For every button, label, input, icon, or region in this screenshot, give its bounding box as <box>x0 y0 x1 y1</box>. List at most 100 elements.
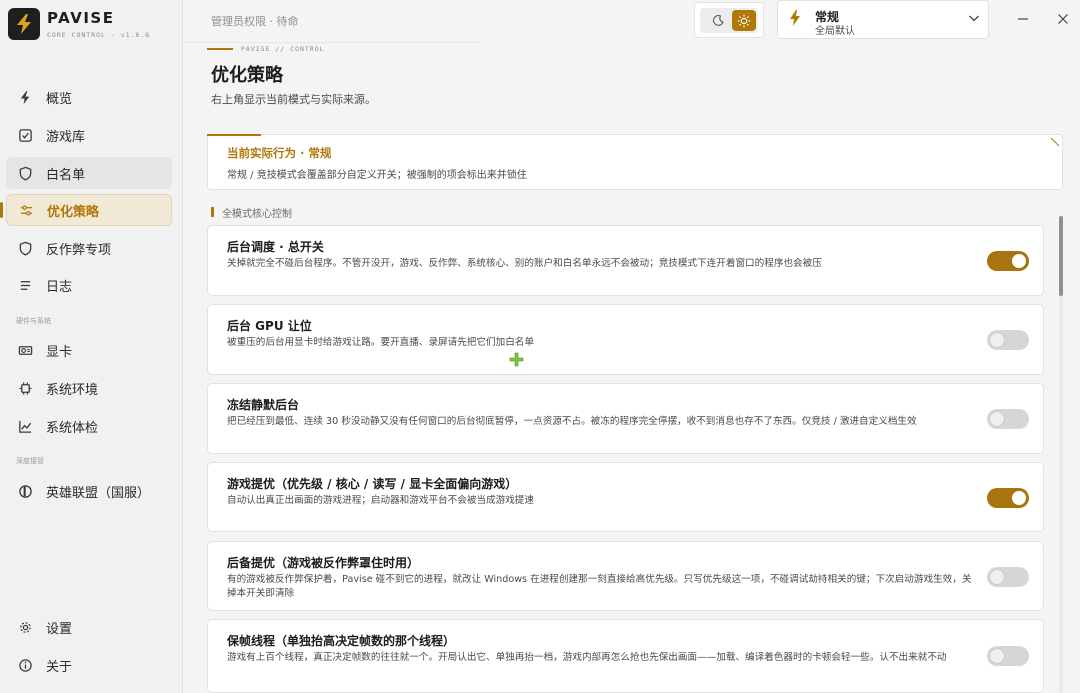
notice-title: 当前实际行为 · 常规 <box>227 146 332 160</box>
sidebar-item-label: 显卡 <box>46 344 73 360</box>
info-icon <box>16 656 34 674</box>
minimize-icon <box>1018 18 1028 20</box>
lol-icon <box>16 482 34 500</box>
scrollbar-thumb[interactable] <box>1059 216 1063 296</box>
privilege-status: 管理员权限 · 待命 <box>211 15 299 28</box>
setting-card-frame-thread: 保帧线程（单独抬高决定帧数的那个线程） 游戏有上百个线程，真正决定帧数的往往就一… <box>207 619 1044 693</box>
sidebar-item-anticheat[interactable]: 反作弊专项 <box>6 232 172 264</box>
corner-mark-icon <box>1050 137 1060 147</box>
current-behavior-notice: 当前实际行为 · 常规 常规 / 竞技模式会覆盖部分自定义开关；被强制的项会标出… <box>207 134 1063 190</box>
bolt-logo-icon <box>17 14 31 34</box>
page-title: 优化策略 <box>211 65 283 86</box>
setting-description: 把已经压到最低、连续 30 秒没动静又没有任何窗口的后台彻底暂停，一点资源不占。… <box>227 416 917 427</box>
close-icon <box>1058 14 1068 24</box>
sidebar-item-label: 系统体检 <box>46 420 99 436</box>
sun-icon[interactable] <box>732 10 756 31</box>
toggle-knob <box>990 649 1004 663</box>
sidebar-item-label: 关于 <box>46 659 73 675</box>
checkbox-icon <box>16 126 34 144</box>
chevron-down-icon <box>969 15 979 22</box>
app-subtitle: CORE CONTROL · v1.6.6 <box>47 31 151 39</box>
sidebar-item-label: 设置 <box>46 621 73 637</box>
bolt-icon <box>16 88 34 106</box>
section-label-deep: 深度接管 <box>16 457 44 465</box>
setting-toggle[interactable] <box>987 567 1029 587</box>
gear-icon <box>16 618 34 636</box>
sidebar-item-label: 日志 <box>46 279 73 295</box>
setting-toggle[interactable] <box>987 251 1029 271</box>
breadcrumb: PAVISE // CONTROL <box>241 45 325 53</box>
top-divider <box>185 42 482 43</box>
setting-toggle[interactable] <box>987 488 1029 508</box>
app-name: PAVISE <box>47 9 115 27</box>
shield-icon <box>16 164 34 182</box>
theme-toggle[interactable] <box>694 2 764 38</box>
toggle-knob <box>1012 491 1026 505</box>
setting-card-game-boost: 游戏提优（优先级 / 核心 / 读写 / 显卡全面偏向游戏） 自动认出真正出画面… <box>207 462 1044 532</box>
sidebar-item-lol[interactable]: 英雄联盟（国服） <box>6 475 172 507</box>
setting-toggle[interactable] <box>987 409 1029 429</box>
sidebar-item-settings[interactable]: 设置 <box>6 611 172 643</box>
sidebar: PAVISE CORE CONTROL · v1.6.6 概览 游戏库 白名单 … <box>0 0 183 693</box>
notice-text: 常规 / 竞技模式会覆盖部分自定义开关；被强制的项会标出来并锁住 <box>227 170 527 181</box>
header-accent <box>207 48 233 50</box>
sidebar-item-label: 优化策略 <box>47 204 100 220</box>
sidebar-item-system-env[interactable]: 系统环境 <box>6 372 172 404</box>
toggle-knob <box>1012 254 1026 268</box>
chart-icon <box>16 417 34 435</box>
setting-description: 关掉就完全不碰后台程序。不管开没开，游戏、反作弊、系统核心、别的账户和白名单永远… <box>227 258 822 269</box>
theme-toggle-track <box>700 8 758 33</box>
close-button[interactable] <box>1056 12 1070 26</box>
toggle-knob <box>990 412 1004 426</box>
setting-title: 保帧线程（单独抬高决定帧数的那个线程） <box>227 634 456 648</box>
setting-title: 游戏提优（优先级 / 核心 / 读写 / 显卡全面偏向游戏） <box>227 477 518 491</box>
chip-icon <box>16 379 34 397</box>
sidebar-item-optimization[interactable]: 优化策略 <box>6 194 172 226</box>
sidebar-item-gpu[interactable]: 显卡 <box>6 334 172 366</box>
setting-description: 有的游戏被反作弊保护着，Pavise 碰不到它的进程，就改让 Windows 在… <box>227 574 972 599</box>
mode-selector[interactable]: 常规 全局默认 <box>777 0 989 39</box>
sidebar-item-whitelist[interactable]: 白名单 <box>6 157 172 189</box>
notice-accent <box>207 134 261 136</box>
section-label-hardware: 硬件与系统 <box>16 317 51 325</box>
setting-description: 自动认出真正出画面的游戏进程；启动器和游戏平台不会被当成游戏提速 <box>227 495 534 506</box>
app-logo <box>8 8 40 40</box>
shield-icon <box>16 239 34 257</box>
setting-title: 后台调度 · 总开关 <box>227 240 324 254</box>
gpu-icon <box>16 341 34 359</box>
sidebar-item-logs[interactable]: 日志 <box>6 269 172 301</box>
setting-title: 后备提优（游戏被反作弊罩住时用） <box>227 556 420 570</box>
setting-description: 被重压的后台用显卡时给游戏让路。要开直播、录屏请先把它们加白名单 <box>227 337 534 348</box>
sidebar-item-system-check[interactable]: 系统体检 <box>6 410 172 442</box>
section-accent <box>211 207 214 217</box>
bolt-icon <box>790 10 800 26</box>
setting-toggle[interactable] <box>987 646 1029 666</box>
sidebar-item-label: 反作弊专项 <box>46 242 112 258</box>
sidebar-item-game-library[interactable]: 游戏库 <box>6 119 172 151</box>
sidebar-item-label: 英雄联盟（国服） <box>46 485 151 501</box>
sidebar-item-overview[interactable]: 概览 <box>6 81 172 113</box>
sidebar-item-label: 游戏库 <box>46 129 86 145</box>
sliders-icon <box>17 201 35 219</box>
active-indicator <box>0 202 3 218</box>
setting-description: 游戏有上百个线程，真正决定帧数的往往就一个。开局认出它、单独再抬一档，游戏内部再… <box>227 652 947 663</box>
sidebar-item-label: 白名单 <box>46 167 86 183</box>
setting-card-background-scheduling: 后台调度 · 总开关 关掉就完全不碰后台程序。不管开没开，游戏、反作弊、系统核心… <box>207 225 1044 296</box>
move-cursor-icon <box>509 352 524 367</box>
toggle-knob <box>990 333 1004 347</box>
page-description: 右上角显示当前模式与实际来源。 <box>211 93 376 106</box>
moon-icon[interactable] <box>708 11 728 30</box>
setting-toggle[interactable] <box>987 330 1029 350</box>
setting-title: 冻结静默后台 <box>227 398 300 412</box>
setting-title: 后台 GPU 让位 <box>227 319 312 333</box>
setting-card-freeze-background: 冻结静默后台 把已经压到最低、连续 30 秒没动静又没有任何窗口的后台彻底暂停，… <box>207 383 1044 454</box>
sidebar-item-label: 系统环境 <box>46 382 99 398</box>
section-title: 全模式核心控制 <box>222 209 292 220</box>
minimize-button[interactable] <box>1016 12 1030 26</box>
toggle-knob <box>990 570 1004 584</box>
setting-card-background-gpu: 后台 GPU 让位 被重压的后台用显卡时给游戏让路。要开直播、录屏请先把它们加白… <box>207 304 1044 375</box>
sidebar-item-label: 概览 <box>46 91 73 107</box>
setting-card-fallback-boost: 后备提优（游戏被反作弊罩住时用） 有的游戏被反作弊保护着，Pavise 碰不到它… <box>207 541 1044 611</box>
list-icon <box>16 276 34 294</box>
sidebar-item-about[interactable]: 关于 <box>6 649 172 681</box>
